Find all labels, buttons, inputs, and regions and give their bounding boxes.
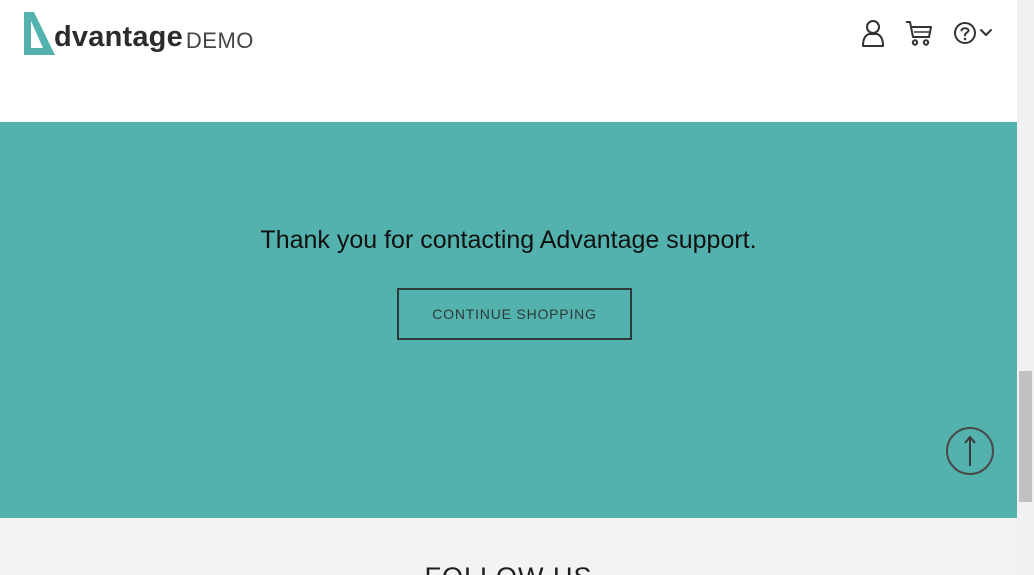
scrollbar-thumb[interactable] — [1019, 371, 1032, 502]
logo-wordmark: dvantage — [54, 21, 183, 53]
logo-demo-label: DEMO — [185, 28, 254, 53]
logo-a-mark-icon — [24, 12, 55, 55]
help-icon[interactable] — [953, 21, 977, 45]
arrow-up-icon — [964, 435, 976, 466]
page-scrollbar[interactable] — [1017, 0, 1034, 575]
follow-us-heading: FOLLOW US — [0, 562, 1017, 575]
user-icon[interactable] — [860, 18, 886, 48]
site-footer: FOLLOW US — [0, 518, 1017, 575]
continue-shopping-button[interactable]: CONTINUE SHOPPING — [397, 288, 632, 340]
advantage-logo[interactable]: dvantage DEMO — [22, 10, 254, 56]
cart-icon[interactable] — [905, 19, 933, 47]
scroll-to-top-button[interactable] — [946, 427, 994, 475]
page: dvantage DEMO Thank you for contacting A… — [0, 0, 1017, 575]
site-header: dvantage DEMO — [0, 0, 1017, 122]
chevron-down-icon[interactable] — [979, 27, 993, 39]
confirmation-section: Thank you for contacting Advantage suppo… — [0, 122, 1017, 518]
confirmation-message: Thank you for contacting Advantage suppo… — [260, 226, 757, 254]
